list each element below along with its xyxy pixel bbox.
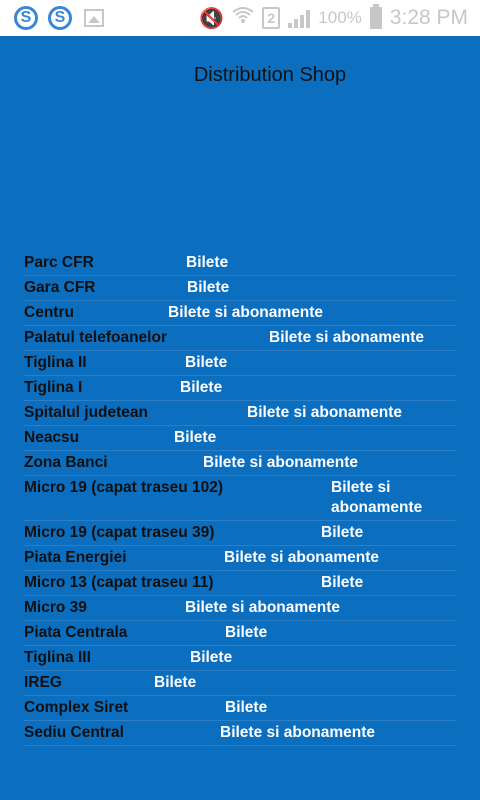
ticket-type: Bilete: [185, 354, 228, 371]
signal-icon: [288, 8, 311, 28]
ticket-type: Bilete: [174, 429, 217, 446]
skype-icon: S: [14, 6, 38, 30]
list-item[interactable]: Zona Banci Bilete si abonamente: [24, 451, 456, 476]
list-item[interactable]: Spitalul judetean Bilete si abonamente: [24, 401, 456, 426]
ticket-type: Bilete: [225, 624, 268, 641]
list-item[interactable]: Tiglina I Bilete: [24, 376, 456, 401]
location-name: Parc CFR: [24, 254, 94, 271]
list-item[interactable]: Gara CFR Bilete: [24, 276, 456, 301]
ticket-type: Bilete si abonamente: [269, 329, 425, 346]
ticket-type: Bilete: [180, 379, 223, 396]
ticket-type: Bilete: [225, 699, 268, 716]
location-name: Micro 13 (capat traseu 11): [24, 574, 214, 591]
ticket-type: Bilete: [321, 574, 364, 591]
image-icon: [84, 9, 104, 27]
location-name: Micro 19 (capat traseu 39): [24, 524, 215, 541]
battery-icon: [369, 4, 382, 29]
ticket-type: Bilete si abonamente: [331, 479, 423, 516]
list-item[interactable]: Palatul telefoanelor Bilete si abonament…: [24, 326, 456, 351]
ticket-type: Bilete: [154, 674, 197, 691]
sim-icon: 2: [262, 7, 281, 29]
list-item[interactable]: Tiglina II Bilete: [24, 351, 456, 376]
ticket-type: Bilete: [187, 279, 230, 296]
list-item[interactable]: Piata Centrala Bilete: [24, 621, 456, 646]
list-item[interactable]: Parc CFR Bilete: [24, 251, 456, 276]
clock: 3:28 PM: [389, 6, 468, 29]
ticket-type: Bilete si abonamente: [247, 404, 403, 421]
battery-percent: 100%: [318, 8, 362, 27]
location-name: Neacsu: [24, 429, 80, 446]
ticket-type: Bilete si abonamente: [220, 724, 376, 741]
list-item[interactable]: Micro 19 (capat traseu 102) Bilete si ab…: [24, 476, 456, 521]
list-item[interactable]: Piata Energiei Bilete si abonamente: [24, 546, 456, 571]
location-name: IREG: [24, 674, 62, 691]
location-name: Tiglina I: [24, 379, 83, 396]
ticket-type: Bilete si abonamente: [168, 304, 324, 321]
list-item[interactable]: Tiglina III Bilete: [24, 646, 456, 671]
ticket-type: Bilete: [190, 649, 233, 666]
list-item[interactable]: Sediu Central Bilete si abonamente: [24, 721, 456, 746]
list-item[interactable]: Complex Siret Bilete: [24, 696, 456, 721]
location-name: Tiglina III: [24, 649, 91, 666]
ticket-type: Bilete: [321, 524, 364, 541]
page-title: Distribution Shop: [193, 64, 347, 86]
ticket-type: Bilete si abonamente: [203, 454, 359, 471]
list-item[interactable]: Centru Bilete si abonamente: [24, 301, 456, 326]
list-item[interactable]: Micro 13 (capat traseu 11) Bilete: [24, 571, 456, 596]
skype-icon: S: [48, 6, 72, 30]
status-bar: S S 🔇 2 100% 3:28 PM: [0, 0, 480, 36]
list-item[interactable]: IREG Bilete: [24, 671, 456, 696]
list-item[interactable]: Neacsu Bilete: [24, 426, 456, 451]
location-list: Parc CFR Bilete Gara CFR Bilete Centru B…: [24, 251, 456, 746]
ticket-type: Bilete si abonamente: [224, 549, 380, 566]
location-name: Tiglina II: [24, 354, 87, 371]
ticket-type: Bilete: [186, 254, 229, 271]
ticket-type: Bilete si abonamente: [185, 599, 341, 616]
wifi-icon: [232, 6, 254, 30]
list-item[interactable]: Micro 39 Bilete si abonamente: [24, 596, 456, 621]
list-item[interactable]: Micro 19 (capat traseu 39) Bilete: [24, 521, 456, 546]
location-name: Gara CFR: [24, 279, 96, 296]
mute-icon: 🔇: [199, 7, 225, 30]
